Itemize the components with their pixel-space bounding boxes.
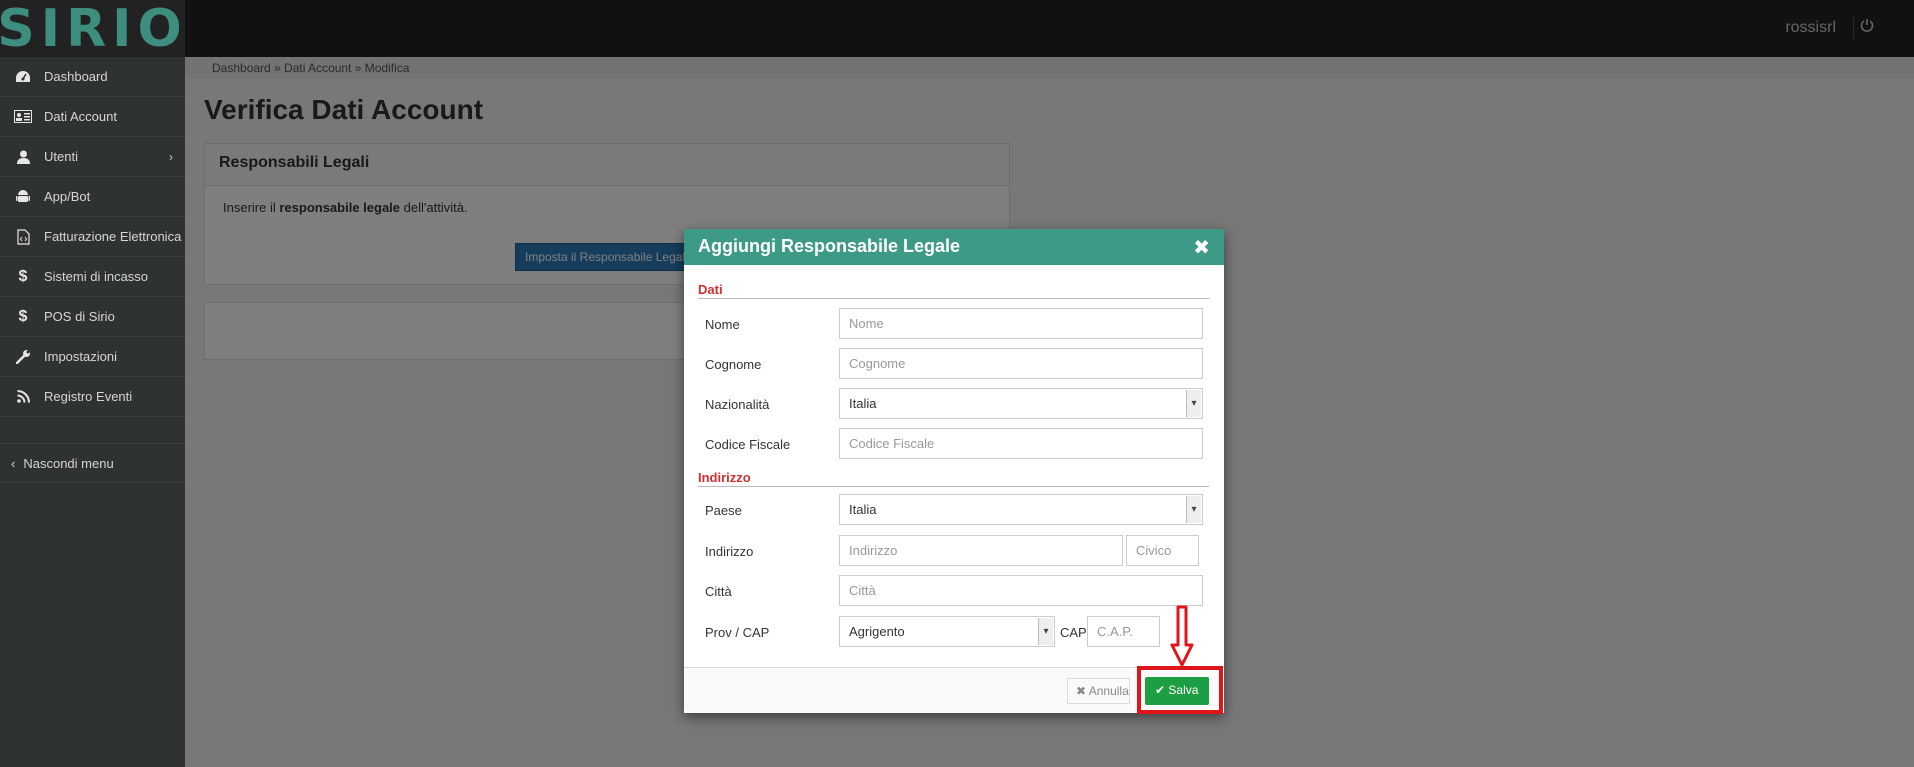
hide-menu-label: Nascondi menu bbox=[23, 455, 114, 471]
prov-cap-label: Prov / CAP bbox=[705, 625, 770, 640]
cap-label: CAP bbox=[1060, 625, 1087, 640]
cancel-label: Annulla bbox=[1088, 684, 1129, 698]
add-legal-representative-modal: Aggiungi Responsabile Legale ✖ Dati Nome… bbox=[684, 229, 1224, 713]
logo-text: SIRIO bbox=[0, 0, 188, 59]
nazionalita-select[interactable]: Italia ▾ bbox=[839, 388, 1203, 419]
sidebar-item-dati-account[interactable]: Dati Account bbox=[0, 97, 185, 137]
rss-icon bbox=[13, 390, 33, 403]
section-indirizzo-title: Indirizzo bbox=[698, 470, 751, 485]
nome-label: Nome bbox=[705, 317, 740, 332]
paese-select[interactable]: Italia ▾ bbox=[839, 494, 1203, 525]
user-icon bbox=[13, 150, 33, 164]
sidebar-item-label: Dashboard bbox=[44, 69, 108, 84]
close-icon: ✖ bbox=[1076, 684, 1087, 698]
file-code-icon bbox=[13, 228, 33, 245]
codice-fiscale-field[interactable]: Codice Fiscale bbox=[839, 428, 1203, 459]
modal-header: Aggiungi Responsabile Legale ✖ bbox=[684, 229, 1224, 265]
section-divider bbox=[698, 486, 1209, 487]
sidebar-item-label: Sistemi di incasso bbox=[44, 269, 149, 284]
chevron-left-icon: ‹ bbox=[11, 455, 16, 471]
dashboard-icon bbox=[13, 70, 33, 84]
indirizzo-field[interactable]: Indirizzo bbox=[839, 535, 1123, 566]
chevron-down-icon: ▾ bbox=[1186, 390, 1201, 417]
chevron-down-icon: ▾ bbox=[1186, 496, 1201, 523]
nazionalita-label: Nazionalità bbox=[705, 397, 770, 412]
sidebar-item-label: Dati Account bbox=[44, 109, 117, 124]
sidebar-item-app-bot[interactable]: App/Bot bbox=[0, 177, 185, 217]
chevron-down-icon: ▾ bbox=[1038, 618, 1053, 645]
id-card-icon bbox=[13, 110, 33, 123]
section-divider bbox=[698, 298, 1209, 299]
sidebar-item-fatturazione-elettronica[interactable]: Fatturazione Elettronica bbox=[0, 217, 185, 257]
indirizzo-label: Indirizzo bbox=[705, 544, 754, 559]
sidebar-item-registro-eventi[interactable]: Registro Eventi bbox=[0, 377, 185, 417]
chevron-right-icon: › bbox=[169, 149, 173, 164]
sidebar-item-impostazioni[interactable]: Impostazioni bbox=[0, 337, 185, 377]
civico-field[interactable]: Civico bbox=[1126, 535, 1199, 566]
sidebar-item-label: Fatturazione Elettronica bbox=[44, 229, 182, 244]
cap-field[interactable]: C.A.P. bbox=[1087, 616, 1160, 647]
highlight-box bbox=[1137, 666, 1223, 714]
dollar-icon: $ bbox=[18, 307, 28, 325]
sidebar-item-utenti[interactable]: Utenti › bbox=[0, 137, 185, 177]
provincia-select[interactable]: Agrigento ▾ bbox=[839, 616, 1055, 647]
provincia-value: Agrigento bbox=[849, 624, 905, 639]
logo[interactable]: SIRIO bbox=[0, 0, 185, 57]
paese-label: Paese bbox=[705, 503, 742, 518]
sidebar-item-label: App/Bot bbox=[44, 189, 91, 204]
sidebar-item-label: POS di Sirio bbox=[44, 309, 115, 324]
sidebar: SIRIO Dashboard Dati Account Utenti › Ap… bbox=[0, 0, 185, 767]
close-icon[interactable]: ✖ bbox=[1193, 235, 1210, 260]
citta-label: Città bbox=[705, 584, 732, 599]
sidebar-item-sistemi-di-incasso[interactable]: $ Sistemi di incasso bbox=[0, 257, 185, 297]
cognome-field[interactable]: Cognome bbox=[839, 348, 1203, 379]
sidebar-item-dashboard[interactable]: Dashboard bbox=[0, 57, 185, 97]
hide-menu-button[interactable]: ‹ Nascondi menu bbox=[0, 443, 185, 483]
paese-value: Italia bbox=[849, 502, 877, 517]
nazionalita-value: Italia bbox=[849, 396, 877, 411]
cognome-label: Cognome bbox=[705, 357, 762, 372]
menu-spacer bbox=[0, 417, 185, 443]
codice-fiscale-label: Codice Fiscale bbox=[705, 437, 791, 452]
sidebar-item-label: Utenti bbox=[44, 149, 78, 164]
sidebar-item-pos-di-sirio[interactable]: $ POS di Sirio bbox=[0, 297, 185, 337]
nome-field[interactable]: Nome bbox=[839, 308, 1203, 339]
dollar-icon: $ bbox=[18, 267, 28, 285]
sidebar-item-label: Impostazioni bbox=[44, 349, 117, 364]
sidebar-item-label: Registro Eventi bbox=[44, 389, 133, 404]
sidebar-menu: Dashboard Dati Account Utenti › App/Bot bbox=[0, 57, 185, 483]
arrow-down-icon bbox=[1170, 605, 1194, 667]
wrench-icon bbox=[13, 349, 33, 364]
cancel-button[interactable]: ✖ Annulla bbox=[1067, 678, 1130, 704]
section-dati-title: Dati bbox=[698, 282, 723, 297]
modal-title: Aggiungi Responsabile Legale bbox=[698, 236, 961, 256]
citta-field[interactable]: Città bbox=[839, 575, 1203, 606]
android-icon bbox=[13, 189, 33, 204]
